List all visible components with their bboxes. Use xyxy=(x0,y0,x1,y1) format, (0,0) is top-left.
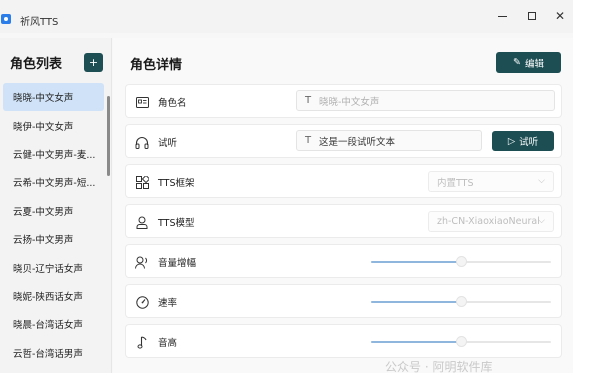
tts-model-label: TTS模型 xyxy=(158,218,195,229)
watermark: 公众号 · 阿明软件库 xyxy=(385,360,493,373)
text-icon: T xyxy=(304,95,312,106)
tts-model-row: TTS模型 zh-CN-XiaoxiaoNeural ⌵ xyxy=(125,204,562,238)
slider-fill xyxy=(371,301,461,303)
maximize-button[interactable] xyxy=(517,4,547,28)
app-logo-icon xyxy=(1,14,11,24)
role-list-item[interactable]: 云扬-中文男声 xyxy=(3,225,104,253)
rate-label: 速率 xyxy=(158,298,178,309)
sidebar-scrollbar[interactable] xyxy=(107,96,110,176)
plus-icon: + xyxy=(88,56,99,69)
user-icon xyxy=(134,214,150,230)
tts-framework-value: 内置TTS xyxy=(437,177,474,189)
text-icon: T xyxy=(304,135,312,146)
role-list-item[interactable]: 晓晓-中文女声 xyxy=(3,83,104,112)
add-role-button[interactable]: + xyxy=(84,53,103,72)
minimize-button[interactable] xyxy=(487,4,517,28)
slider-thumb[interactable] xyxy=(455,336,467,347)
minimize-icon xyxy=(497,15,507,17)
chevron-down-icon: ⌵ xyxy=(538,176,545,186)
role-list-item[interactable]: 云健-中文男声-麦... xyxy=(3,140,104,168)
volume-slider[interactable] xyxy=(371,256,551,267)
slider-fill xyxy=(371,341,461,343)
tts-model-select[interactable]: zh-CN-XiaoxiaoNeural ⌵ xyxy=(428,211,554,232)
gauge-icon xyxy=(134,294,150,310)
edit-button-label: 编辑 xyxy=(524,58,544,70)
preview-button-label: 试听 xyxy=(519,137,539,148)
role-list-item[interactable]: 晓妮-陕西话女声 xyxy=(3,282,104,310)
play-icon: ▷ xyxy=(507,135,516,147)
volume-label: 音量增幅 xyxy=(158,258,197,269)
close-icon: ✕ xyxy=(554,9,566,23)
role-list-item[interactable]: 云希-中文男声-短... xyxy=(3,168,104,196)
role-sidebar: 角色列表 + 晓晓-中文女声 晓伊-中文女声 云健-中文男声-麦... 云希-中… xyxy=(0,38,112,373)
tts-model-value: zh-CN-XiaoxiaoNeural xyxy=(437,216,540,227)
tts-framework-label: TTS框架 xyxy=(158,178,195,189)
title-bar: 祈风TTS ✕ xyxy=(0,0,573,33)
pitch-row: 音高 xyxy=(125,324,562,358)
pencil-icon: ✎ xyxy=(513,57,521,68)
preview-text-input[interactable]: T 这是一段试听文本 xyxy=(296,130,482,151)
role-list: 晓晓-中文女声 晓伊-中文女声 云健-中文男声-麦... 云希-中文男声-短..… xyxy=(3,83,104,367)
preview-text-value: 这是一段试听文本 xyxy=(319,136,396,148)
role-name-input[interactable]: T 晓晓-中文女声 xyxy=(296,90,555,111)
chevron-down-icon: ⌵ xyxy=(538,216,545,226)
slider-thumb[interactable] xyxy=(455,296,467,307)
role-list-item[interactable]: 云哲-台湾话男声 xyxy=(3,339,104,367)
id-card-icon xyxy=(134,94,150,110)
pitch-slider[interactable] xyxy=(371,336,551,347)
role-list-item[interactable]: 晓伊-中文女声 xyxy=(3,111,104,139)
role-detail-panel: 角色详情 ✎ 编辑 角色名 T 晓晓-中文女声 试听 T 这是一段试听文本 ▷ … xyxy=(113,38,573,373)
page-title: 角色详情 xyxy=(130,58,183,73)
slider-thumb[interactable] xyxy=(455,256,467,267)
voice-icon xyxy=(134,254,150,270)
headphones-icon xyxy=(134,134,150,150)
window-title: 祈风TTS xyxy=(20,17,59,28)
edit-button[interactable]: ✎ 编辑 xyxy=(496,52,561,73)
role-list-item[interactable]: 云夏-中文男声 xyxy=(3,197,104,225)
role-list-item[interactable]: 晓贝-辽宁话女声 xyxy=(3,253,104,281)
preview-button[interactable]: ▷ 试听 xyxy=(492,131,554,151)
preview-label: 试听 xyxy=(158,138,178,149)
rate-slider[interactable] xyxy=(371,296,551,307)
tts-framework-select[interactable]: 内置TTS ⌵ xyxy=(428,171,554,192)
role-list-item[interactable]: 晓晨-台湾话女声 xyxy=(3,310,104,338)
rate-row: 速率 xyxy=(125,284,562,318)
tts-framework-row: TTS框架 内置TTS ⌵ xyxy=(125,164,562,198)
role-name-label: 角色名 xyxy=(158,98,187,109)
music-note-icon xyxy=(134,334,150,350)
maximize-icon xyxy=(528,12,536,20)
apps-grid-icon xyxy=(134,174,150,190)
app-window: 祈风TTS ✕ 角色列表 + 晓晓-中文女声 晓伊-中文女声 云健-中文男声-麦… xyxy=(0,0,573,373)
sidebar-title: 角色列表 xyxy=(10,57,63,72)
role-name-value: 晓晓-中文女声 xyxy=(319,96,380,108)
preview-row: 试听 T 这是一段试听文本 ▷ 试听 xyxy=(125,124,562,158)
volume-row: 音量增幅 xyxy=(125,244,562,278)
pitch-label: 音高 xyxy=(158,338,178,349)
close-button[interactable]: ✕ xyxy=(545,4,573,28)
slider-fill xyxy=(371,261,461,263)
role-name-row: 角色名 T 晓晓-中文女声 xyxy=(125,84,562,118)
